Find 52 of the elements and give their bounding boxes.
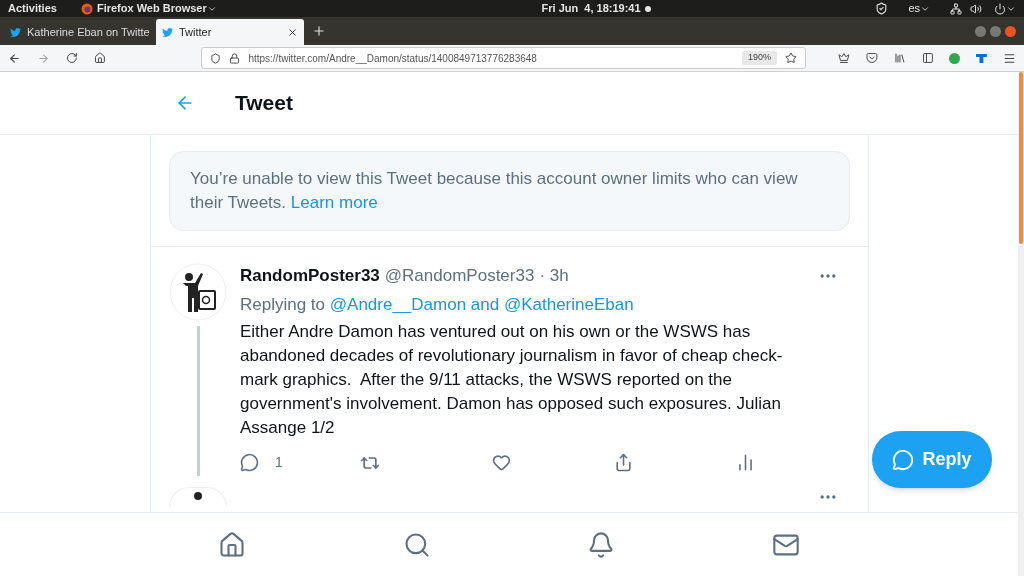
browser-tab[interactable]: Katherine Eban on Twitte (4, 19, 152, 45)
pocket-icon[interactable] (865, 52, 878, 64)
search-icon[interactable] (402, 530, 431, 559)
language-menu[interactable]: es (908, 0, 930, 17)
sidebar-icon[interactable] (921, 52, 934, 64)
avatar-drawing (169, 263, 227, 321)
share-icon[interactable] (614, 453, 633, 472)
shield-icon[interactable] (875, 2, 889, 15)
lock-icon (229, 52, 241, 64)
url-text: https://twitter.com/Andre__Damon/status/1400849713776283648 (248, 51, 538, 66)
browser-tab[interactable]: Twitter (156, 19, 304, 45)
notifications-bell-icon[interactable] (587, 530, 616, 559)
shield-icon (210, 52, 222, 64)
power-icon[interactable] (994, 2, 1006, 15)
reload-icon[interactable] (65, 52, 78, 64)
firefox-logo-icon (80, 2, 93, 15)
back-icon[interactable] (8, 51, 21, 65)
replying-to-text: Replying to @Andre__Damon and @KatherineEban (240, 293, 635, 316)
bookmark-star-icon[interactable] (785, 52, 797, 64)
avatar-drawing (169, 487, 227, 507)
maximize-button[interactable] (990, 25, 1001, 37)
volume-icon[interactable] (970, 2, 982, 15)
bird-icon (162, 26, 173, 38)
reply-count: 1 (275, 453, 283, 472)
close-button[interactable] (1005, 25, 1016, 37)
home-icon[interactable] (218, 530, 247, 559)
address-bar[interactable]: https://twitter.com/Andre__Damon/status/1400849713776283648 190% (201, 47, 806, 69)
close-icon[interactable] (287, 26, 298, 38)
zoom-level[interactable]: 190% (742, 51, 777, 65)
tab-title: Twitter (179, 24, 213, 40)
speech-bubble-icon (892, 448, 915, 471)
notice-text: You’re unable to view this Tweet because this account owner limits who can view their Tweets. Learn more (190, 168, 799, 214)
tweet-text: Either Andre Damon has ventured out on his own or the WSWS has abandoned decades of revolutionary journalism in favor of cheap check-mark graphics. After the 9/11 attacks, the WSWS reported on the government's involvement. Damon has opposed such exposures. Julian Assange 1/2 (240, 321, 784, 439)
library-icon[interactable] (893, 52, 906, 64)
like-icon[interactable] (492, 453, 511, 472)
user-name[interactable]: RandomPoster33 (240, 263, 380, 289)
minimize-button[interactable] (975, 25, 986, 37)
bird-icon (10, 26, 21, 38)
clock[interactable]: Fri Jun 4, 18:19:41 (541, 0, 641, 17)
menu-icon[interactable] (1003, 51, 1016, 65)
analytics-icon[interactable] (736, 453, 755, 472)
network-icon[interactable] (950, 2, 962, 15)
tab-title: Katherine Eban on Twitte (27, 24, 150, 40)
home-icon[interactable] (93, 52, 106, 64)
user-handle[interactable]: @RandomPoster33 (384, 263, 535, 289)
activities-button[interactable]: Activities (8, 0, 57, 17)
page-title: Tweet (235, 90, 293, 117)
scrollbar-thumb[interactable] (1019, 72, 1023, 244)
tweet-time[interactable]: · 3h (539, 263, 569, 289)
app-menu[interactable]: Firefox Web Browser (96, 0, 217, 17)
reply-icon[interactable] (240, 453, 259, 472)
new-tab-icon[interactable] (312, 24, 326, 38)
